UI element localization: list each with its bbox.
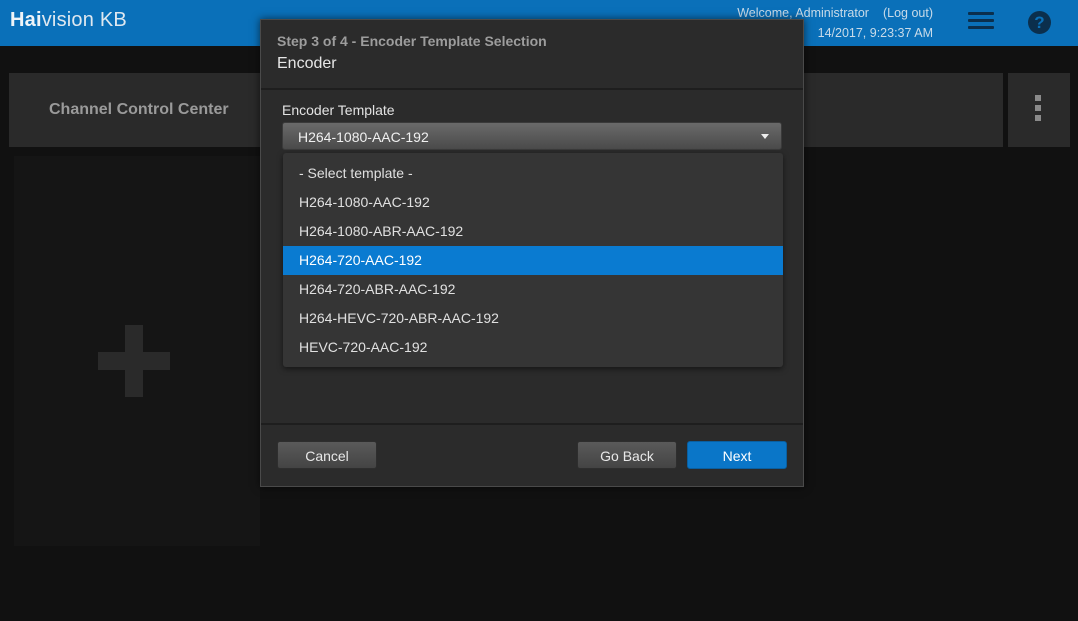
option-select-template[interactable]: - Select template -	[283, 159, 783, 188]
selected-value: H264-1080-AAC-192	[298, 129, 429, 145]
encoder-template-dialog: Step 3 of 4 - Encoder Template Selection…	[260, 19, 804, 487]
encoder-template-select[interactable]: H264-1080-AAC-192	[282, 122, 782, 150]
welcome-text: Welcome, Administrator (Log out)	[737, 6, 933, 20]
encoder-template-label: Encoder Template	[282, 102, 395, 118]
option-h264-1080-aac-192[interactable]: H264-1080-AAC-192	[283, 188, 783, 217]
plus-icon[interactable]	[98, 325, 170, 397]
option-h264-720-aac-192[interactable]: H264-720-AAC-192	[283, 246, 783, 275]
kebab-menu-icon[interactable]	[1035, 95, 1041, 125]
logout-link[interactable]: (Log out)	[883, 6, 933, 20]
option-h264-1080-abr-aac-192[interactable]: H264-1080-ABR-AAC-192	[283, 217, 783, 246]
next-button[interactable]: Next	[687, 441, 787, 469]
hamburger-menu-icon[interactable]	[968, 12, 994, 32]
cancel-button[interactable]: Cancel	[277, 441, 377, 469]
go-back-button[interactable]: Go Back	[577, 441, 677, 469]
divider	[261, 88, 803, 90]
option-hevc-720-aac-192[interactable]: HEVC-720-AAC-192	[283, 333, 783, 362]
help-icon[interactable]: ?	[1028, 11, 1051, 34]
more-options-panel	[1008, 73, 1070, 147]
chevron-down-icon	[761, 134, 769, 139]
datetime: 14/2017, 9:23:37 AM	[817, 26, 933, 40]
option-h264-hevc-720-abr-aac-192[interactable]: H264-HEVC-720-ABR-AAC-192	[283, 304, 783, 333]
option-h264-720-abr-aac-192[interactable]: H264-720-ABR-AAC-192	[283, 275, 783, 304]
dialog-title: Encoder	[277, 55, 337, 72]
brand-logo[interactable]: Haivision KB	[10, 9, 127, 32]
divider	[261, 423, 803, 425]
page-title: Channel Control Center	[49, 101, 229, 118]
template-dropdown-list: - Select template - H264-1080-AAC-192 H2…	[283, 153, 783, 367]
dialog-step: Step 3 of 4 - Encoder Template Selection	[277, 33, 547, 49]
